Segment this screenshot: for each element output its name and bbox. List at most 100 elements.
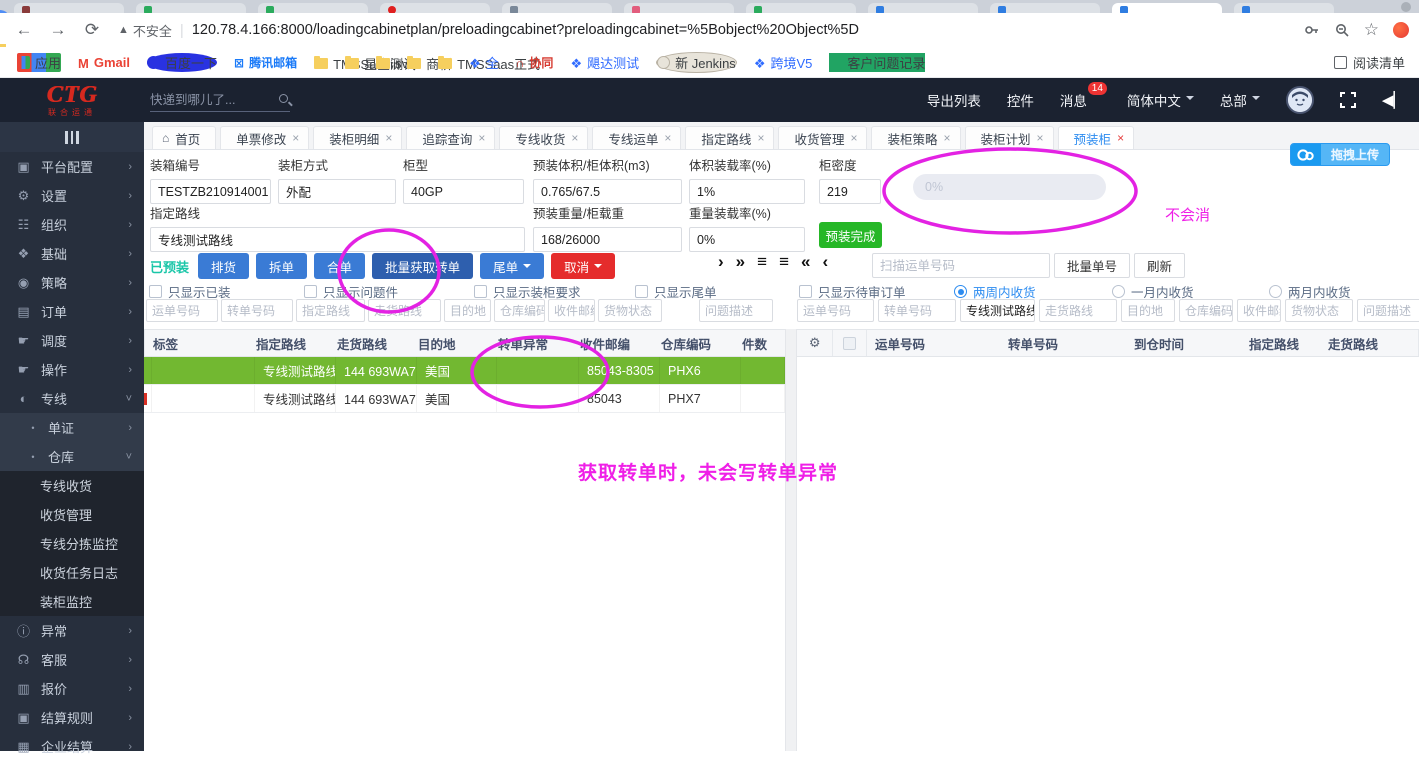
browser-tab-partial[interactable] xyxy=(990,3,1100,14)
bookmark-star-icon[interactable]: ☆ xyxy=(1364,20,1379,40)
field-input[interactable]: 专线测试路线 xyxy=(150,227,525,252)
column-header[interactable]: 指定路线 xyxy=(256,334,337,353)
batch-numbers-button[interactable]: 批量单号 xyxy=(1054,253,1131,278)
sidebar-item[interactable]: ☛ 操作 › xyxy=(0,355,144,384)
sidebar-item[interactable]: ❖ 基础 › xyxy=(0,239,144,268)
sidebar-toggle[interactable] xyxy=(0,122,144,152)
field-input[interactable]: 外配 xyxy=(278,179,396,204)
panel-scrollbar[interactable] xyxy=(785,329,797,751)
toolbar-button[interactable]: 合单 xyxy=(314,253,366,279)
column-header[interactable]: 目的地 xyxy=(418,334,498,353)
sidebar-leaf-item[interactable]: 收货任务日志 xyxy=(0,558,144,587)
sidebar-item[interactable]: ☷ 组织 › xyxy=(0,210,144,239)
forward-icon[interactable]: → xyxy=(48,20,68,40)
bookmark-item[interactable]: ❖ 全 xyxy=(469,53,499,72)
browser-tab-partial[interactable] xyxy=(258,3,368,14)
filter-input[interactable]: 目的地 xyxy=(444,299,491,322)
filter-input[interactable]: 仓库编码 xyxy=(1179,299,1233,322)
browser-profile-icon[interactable] xyxy=(1401,2,1411,12)
column-header[interactable]: 转单异常 xyxy=(498,334,580,353)
field-input[interactable]: 219 xyxy=(819,179,881,204)
browser-tab-partial[interactable] xyxy=(380,3,490,14)
close-icon[interactable]: × xyxy=(385,131,392,145)
sidebar-item[interactable]: ◐ 专线 ˅ xyxy=(0,384,144,413)
widgets-button[interactable]: 控件 xyxy=(1007,90,1034,110)
browser-tab-partial[interactable] xyxy=(868,3,978,14)
close-icon[interactable]: × xyxy=(850,131,857,145)
zoom-icon[interactable] xyxy=(1334,22,1350,38)
select-all-checkbox[interactable] xyxy=(833,330,867,356)
filter-input[interactable]: 收件邮编 xyxy=(1237,299,1281,322)
bookmark-item[interactable]: 星空in xyxy=(345,56,400,72)
messages-button[interactable]: 消息 14 xyxy=(1060,82,1107,110)
close-icon[interactable]: × xyxy=(1117,131,1124,145)
filter-input[interactable]: 货物状态 xyxy=(1285,299,1353,322)
workspace-tab[interactable]: 收货管理 × xyxy=(778,126,868,149)
column-header[interactable]: 走货路线 xyxy=(337,334,418,353)
key-icon[interactable] xyxy=(1304,22,1320,38)
bookmark-item[interactable]: TMSSaas测试 xyxy=(314,56,416,72)
column-header[interactable]: 件数 xyxy=(742,334,786,353)
workspace-tab[interactable]: 预装柜 × xyxy=(1057,126,1135,149)
back-icon[interactable]: ← xyxy=(14,20,34,40)
workspace-tab[interactable]: 单票修改 × xyxy=(220,126,310,149)
workspace-tab[interactable]: ⌂ 首页 xyxy=(152,126,217,149)
gear-icon[interactable]: ⚙ xyxy=(797,330,834,356)
filter-input[interactable]: 货物状态 xyxy=(598,299,662,322)
workspace-tab[interactable]: 装柜计划 × xyxy=(964,126,1054,149)
filter-input[interactable]: 问题描述 xyxy=(1357,299,1419,322)
netdisk-upload-overlay[interactable]: 拖拽上传 xyxy=(1290,143,1391,166)
field-input[interactable]: 0.765/67.5 xyxy=(533,179,682,204)
export-list-button[interactable]: 导出列表 xyxy=(927,90,981,110)
bookmark-item[interactable]: svn xyxy=(376,56,415,71)
filter-input[interactable]: 走货路线 xyxy=(1039,299,1117,322)
collapse-sidebar-icon[interactable]: ◀▏ xyxy=(1382,91,1405,109)
field-input[interactable]: 0% xyxy=(689,227,805,252)
close-icon[interactable]: × xyxy=(1037,131,1044,145)
bookmark-item[interactable]: TMSSaas正式 xyxy=(438,56,540,72)
filter-input[interactable]: 收件邮编 xyxy=(548,299,595,322)
toolbar-button[interactable]: 取消 xyxy=(551,253,616,279)
filter-input[interactable]: 仓库编码 xyxy=(494,299,545,322)
toolbar-button[interactable]: 批量获取转单 xyxy=(372,253,474,279)
sidebar-item[interactable]: ☛ 调度 › xyxy=(0,326,144,355)
transfer-icon[interactable]: ‹ xyxy=(822,253,828,270)
sidebar-item[interactable]: ⓘ 异常 › xyxy=(0,616,144,645)
workspace-tab[interactable]: 专线收货 × xyxy=(499,126,589,149)
close-icon[interactable]: × xyxy=(478,131,485,145)
security-chip[interactable]: ▲ 不安全 xyxy=(118,21,172,40)
workspace-tab[interactable]: 追踪查询 × xyxy=(406,126,496,149)
url-text[interactable]: 120.78.4.166:8000/loadingcabinetplan/pre… xyxy=(192,22,1292,38)
column-header[interactable]: 标签 xyxy=(153,334,256,353)
toolbar-button[interactable]: 尾单 xyxy=(480,253,545,279)
filter-input[interactable]: 目的地 xyxy=(1121,299,1175,322)
sidebar-item[interactable]: ☊ 客服 › xyxy=(0,645,144,674)
preload-done-button[interactable]: 预装完成 xyxy=(819,222,882,248)
field-input[interactable]: 40GP xyxy=(403,179,524,204)
sidebar-item[interactable]: ▤ 订单 › xyxy=(0,297,144,326)
close-icon[interactable]: × xyxy=(757,131,764,145)
bookmark-item[interactable]: 商桥 xyxy=(407,56,452,72)
column-header[interactable]: 到仓时间 xyxy=(1134,334,1249,353)
filter-input[interactable]: 走货路线 xyxy=(368,299,441,322)
sidebar-leaf-item[interactable]: 专线分拣监控 xyxy=(0,529,144,558)
filter-input[interactable]: 问题描述 xyxy=(699,299,773,322)
browser-tab-partial[interactable] xyxy=(136,3,246,14)
sidebar-item[interactable]: ▣ 平台配置 › xyxy=(0,152,144,181)
browser-tab-partial[interactable] xyxy=(14,3,124,14)
workspace-tab[interactable]: 专线运单 × xyxy=(592,126,682,149)
sidebar-item[interactable]: ▥ 报价 › xyxy=(0,674,144,703)
column-header[interactable]: 指定路线 xyxy=(1249,334,1328,353)
tracking-search-input[interactable]: 快递到哪儿了... xyxy=(150,89,290,112)
workspace-tab[interactable]: 装柜策略 × xyxy=(871,126,961,149)
filter-input[interactable]: 专线测试路线 xyxy=(960,299,1035,322)
reload-icon[interactable]: ⟳ xyxy=(82,20,102,40)
fullscreen-icon[interactable] xyxy=(1339,92,1356,108)
sidebar-leaf-item[interactable]: 专线收货 xyxy=(0,471,144,500)
browser-tab-partial[interactable] xyxy=(624,3,734,14)
workspace-tab[interactable]: 指定路线 × xyxy=(685,126,775,149)
column-header[interactable]: 转单号码 xyxy=(1008,334,1134,353)
bookmark-item[interactable]: M Gmail xyxy=(78,55,130,71)
reading-list-button[interactable]: 阅读清单 xyxy=(1333,53,1405,72)
browser-tab-active[interactable] xyxy=(1112,3,1222,14)
